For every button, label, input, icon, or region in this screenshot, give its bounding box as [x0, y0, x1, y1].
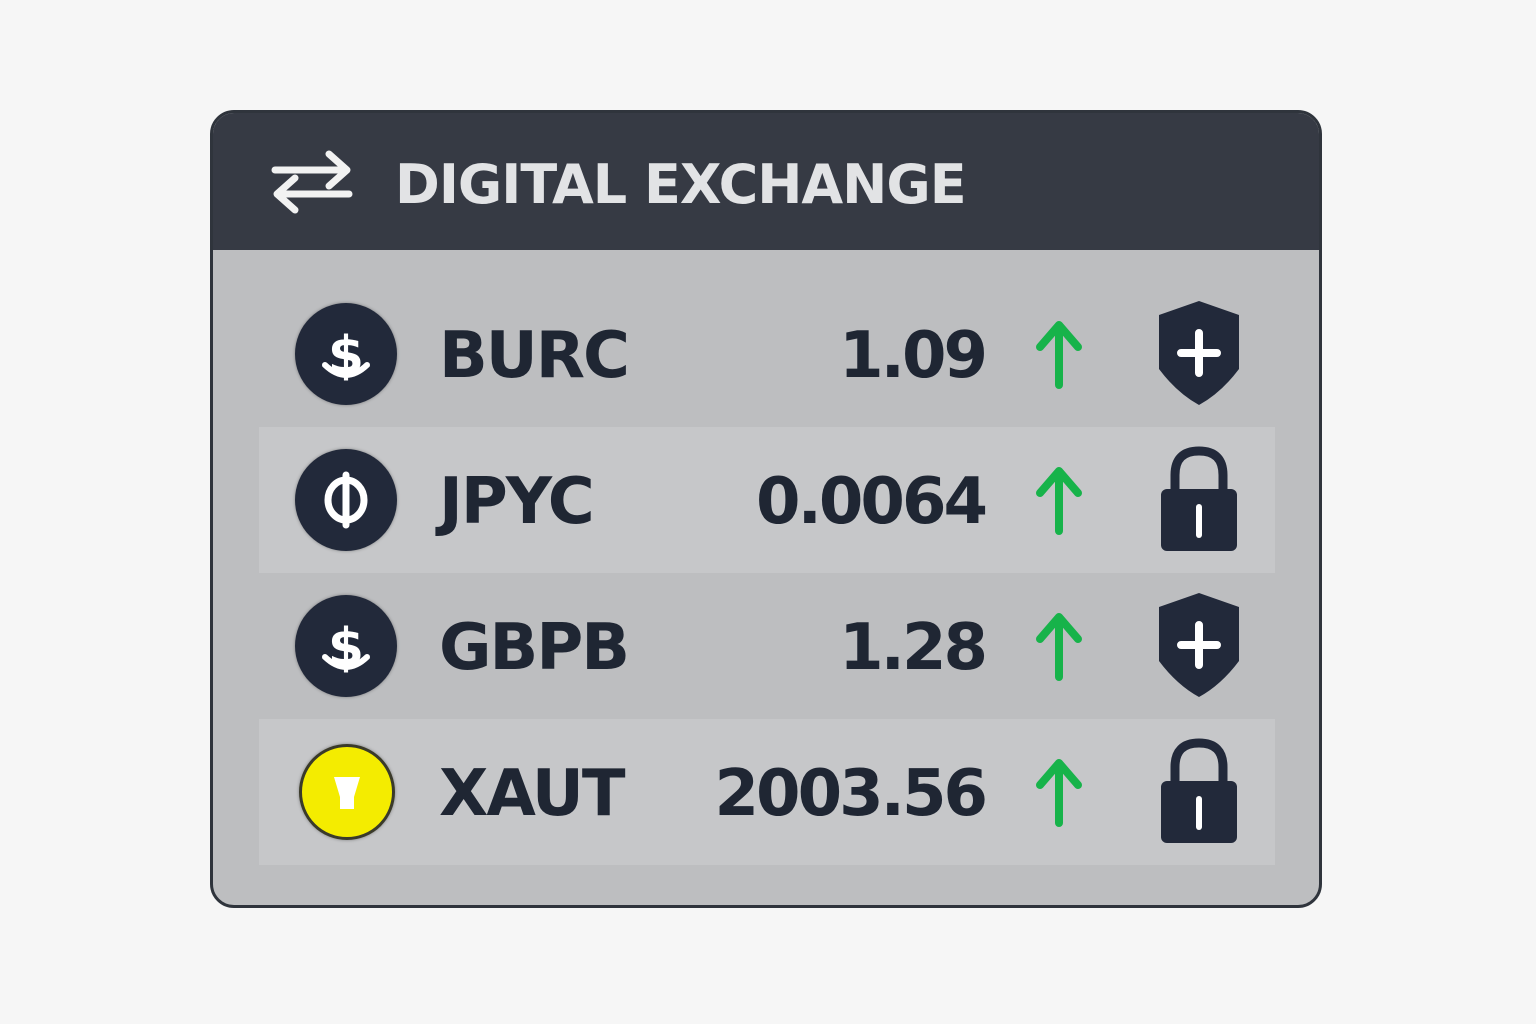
shield-plus-icon[interactable] — [1151, 293, 1247, 413]
list-item-xaut[interactable]: XAUT 2003.56 — [259, 719, 1275, 865]
lock-icon[interactable] — [1151, 731, 1247, 851]
lock-icon[interactable] — [1151, 439, 1247, 559]
list-item-burc[interactable]: $ BURC 1.09 — [259, 281, 1275, 427]
exchange-panel: DIGITAL EXCHANGE $ BURC 1.09 JPYC 0.0064… — [210, 110, 1322, 908]
yen-coin-icon — [295, 449, 397, 551]
shield-plus-icon[interactable] — [1151, 585, 1247, 705]
currency-price: 1.28 — [839, 611, 988, 685]
page-title: DIGITAL EXCHANGE — [395, 153, 967, 216]
dollar-coin-icon: $ — [295, 595, 397, 697]
currency-symbol: GBPB — [439, 611, 630, 685]
panel-header: DIGITAL EXCHANGE — [213, 113, 1319, 250]
currency-symbol: JPYC — [439, 465, 595, 539]
up-arrow-icon — [1034, 319, 1084, 389]
gold-coin-icon — [299, 744, 395, 840]
up-arrow-icon — [1034, 611, 1084, 681]
exchange-arrows-icon — [265, 146, 357, 216]
up-arrow-icon — [1034, 465, 1084, 535]
currency-price: 0.0064 — [756, 465, 988, 539]
currency-price: 2003.56 — [714, 757, 988, 831]
currency-price: 1.09 — [839, 319, 988, 393]
list-item-gbpb[interactable]: $ GBPB 1.28 — [259, 573, 1275, 719]
list-item-jpyc[interactable]: JPYC 0.0064 — [259, 427, 1275, 573]
up-arrow-icon — [1034, 757, 1084, 827]
currency-symbol: BURC — [439, 319, 630, 393]
currency-symbol: XAUT — [439, 757, 626, 831]
dollar-coin-icon: $ — [295, 303, 397, 405]
